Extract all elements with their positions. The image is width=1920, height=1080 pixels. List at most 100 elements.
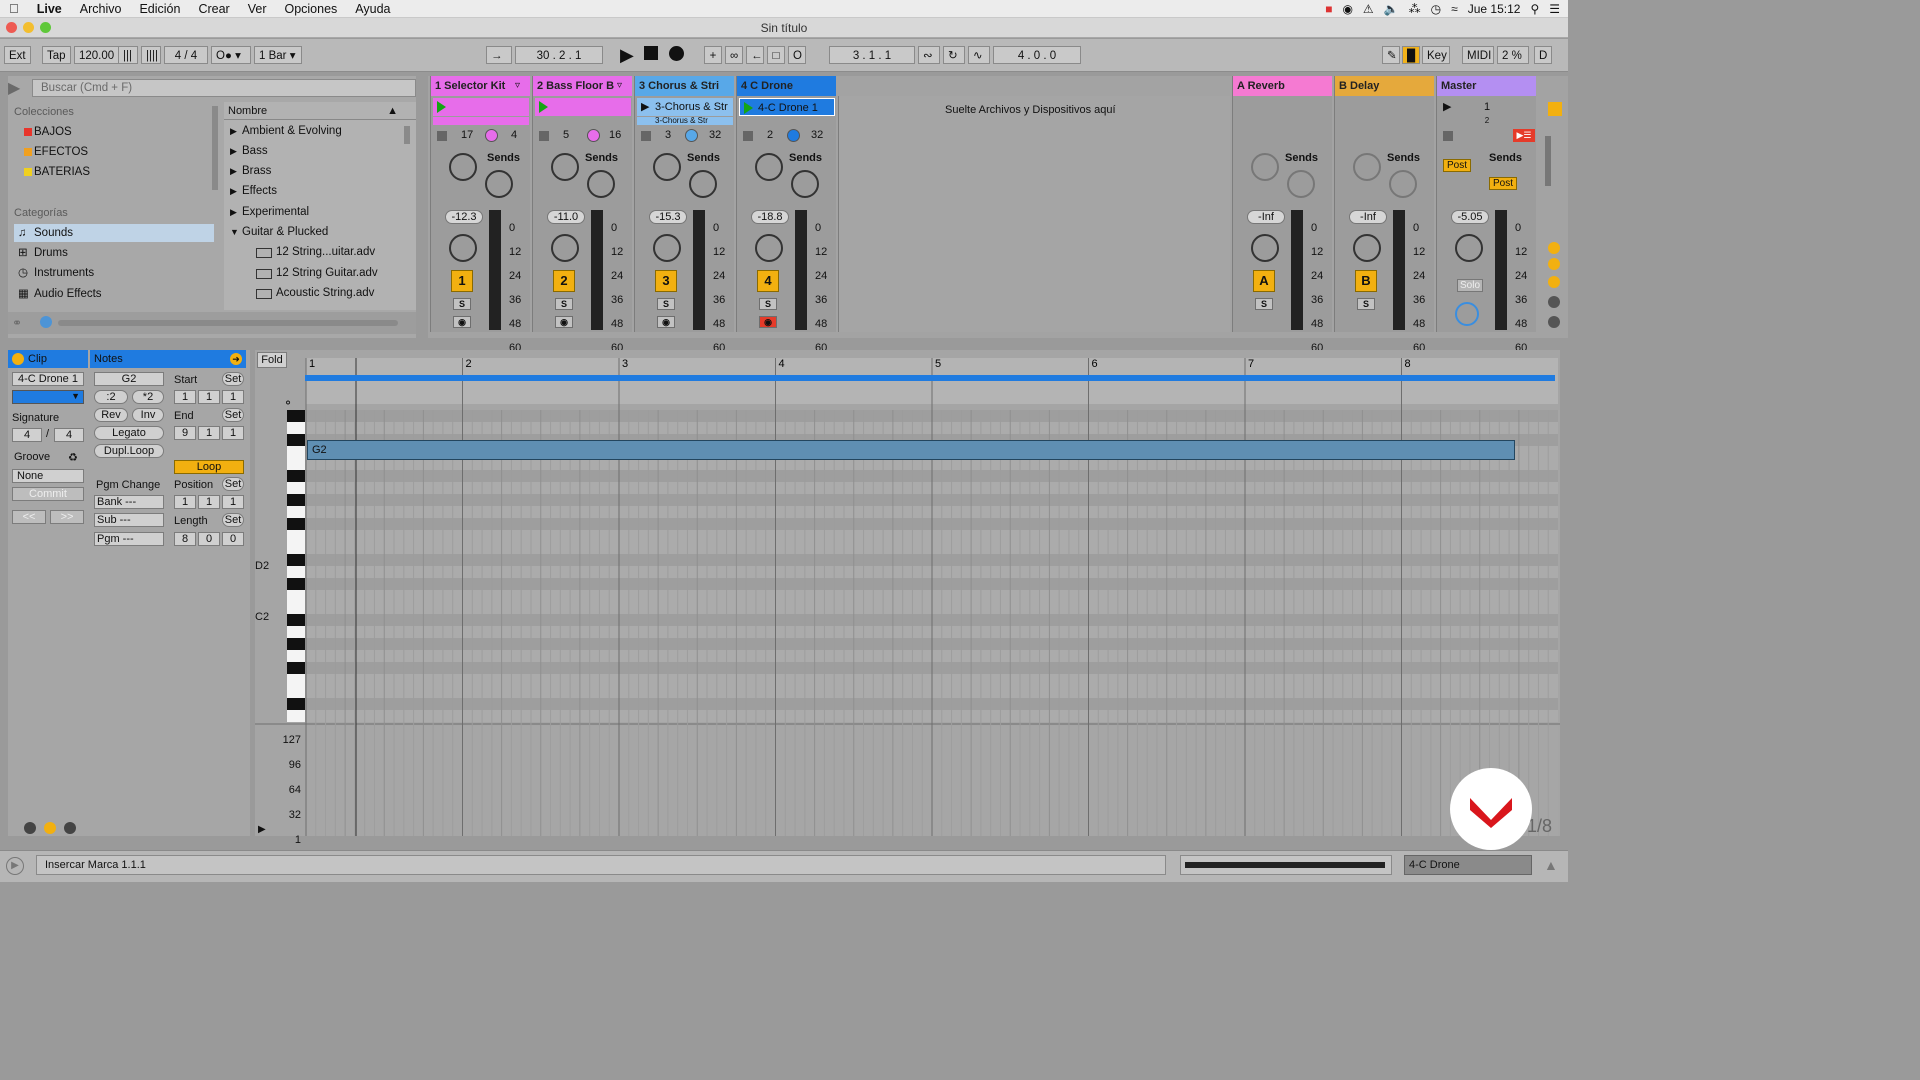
- browser-toggle-icon[interactable]: ▶: [8, 78, 20, 98]
- track-value-1[interactable]: 3: [665, 129, 671, 141]
- clip-play-icon[interactable]: [437, 101, 446, 113]
- clip-slot[interactable]: [433, 117, 529, 125]
- track-activator-button[interactable]: 1: [451, 270, 473, 292]
- metronome-button[interactable]: O● ▾: [211, 46, 251, 64]
- quantization-select[interactable]: 1 Bar ▾: [254, 46, 302, 64]
- send-a-knob[interactable]: [653, 153, 681, 181]
- minimize-button[interactable]: [23, 22, 34, 33]
- pgm-field[interactable]: Pgm ---: [94, 532, 164, 546]
- set-end-button[interactable]: Set: [222, 408, 244, 422]
- length-sixteenth-field[interactable]: 0: [222, 532, 244, 546]
- clock[interactable]: Jue 15:12: [1468, 2, 1521, 16]
- pan-knob[interactable]: [755, 234, 783, 262]
- position-beat-field[interactable]: 1: [198, 495, 220, 509]
- master-header[interactable]: Master: [1437, 76, 1536, 96]
- category-sounds[interactable]: ♫ Sounds: [14, 224, 214, 242]
- clip-play-icon[interactable]: ▶: [641, 98, 649, 116]
- loop-button[interactable]: Loop: [174, 460, 244, 474]
- set-start-button[interactable]: Set: [222, 372, 244, 386]
- notes-box-header[interactable]: Notes ➜: [90, 350, 246, 368]
- pan-knob[interactable]: [449, 234, 477, 262]
- key-map-button[interactable]: Key: [1422, 46, 1450, 64]
- solo-button[interactable]: S: [555, 298, 573, 310]
- list-item[interactable]: ▶ Ambient & Evolving: [224, 122, 404, 141]
- drop-area[interactable]: Suelte Archivos y Dispositivos aquí: [838, 96, 1230, 332]
- clip-slot[interactable]: 4-C Drone 1: [739, 98, 835, 116]
- clip-slot[interactable]: [433, 98, 529, 116]
- menu-opciones[interactable]: Opciones: [275, 2, 346, 16]
- list-header[interactable]: Nombre ▲: [224, 102, 416, 120]
- re-enable-icon[interactable]: ←: [746, 46, 764, 64]
- clip-name-field[interactable]: 4-C Drone 1: [12, 372, 84, 386]
- track-menu-icon[interactable]: ▿: [617, 80, 622, 91]
- track-3-header[interactable]: 3 Chorus & Stri: [635, 76, 734, 96]
- send-a-knob[interactable]: [1251, 153, 1279, 181]
- groove-hot-swap-icon[interactable]: ♻: [68, 451, 78, 464]
- preview-toggle-icon[interactable]: [40, 316, 52, 328]
- preview-icon[interactable]: ⚭: [12, 316, 22, 330]
- clip-play-icon[interactable]: [539, 101, 548, 113]
- search-input[interactable]: Buscar (Cmd + F): [32, 79, 416, 97]
- volume-field[interactable]: -12.3: [445, 210, 483, 224]
- half-button[interactable]: :2: [94, 390, 128, 404]
- time-signature[interactable]: 4 / 4: [164, 46, 208, 64]
- category-audio-effects[interactable]: ▦ Audio Effects: [14, 285, 214, 303]
- start-bar-field[interactable]: 1: [174, 390, 196, 404]
- launch-box-toggle-icon[interactable]: [24, 822, 36, 834]
- volume-field[interactable]: -15.3: [649, 210, 687, 224]
- warning-icon[interactable]: ⚠: [1363, 2, 1374, 16]
- envelopes-box-toggle-icon[interactable]: [64, 822, 76, 834]
- arm-button[interactable]: ◉: [555, 316, 573, 328]
- clip-slot[interactable]: ▶ 3-Chorus & Str: [637, 98, 733, 116]
- track-activator-button[interactable]: 3: [655, 270, 677, 292]
- app-menu[interactable]: Live: [28, 2, 71, 16]
- cue-volume-knob[interactable]: [1455, 302, 1479, 326]
- track-value-2[interactable]: 32: [811, 129, 823, 141]
- track-value-1[interactable]: 17: [461, 129, 473, 141]
- info-view-icon[interactable]: ▶: [6, 857, 24, 875]
- pan-knob[interactable]: [551, 234, 579, 262]
- stop-clip-icon[interactable]: [539, 131, 549, 141]
- note-key-field[interactable]: G2: [94, 372, 164, 386]
- pan-knob[interactable]: [1353, 234, 1381, 262]
- post-button[interactable]: Post: [1443, 159, 1471, 172]
- length-bar-field[interactable]: 8: [174, 532, 196, 546]
- track-value-2[interactable]: 16: [609, 129, 621, 141]
- list-item[interactable]: ▶ Experimental: [224, 203, 404, 222]
- punch-in-icon[interactable]: ∾: [918, 46, 940, 64]
- overdub-icon[interactable]: +: [704, 46, 722, 64]
- track-4-header[interactable]: 4 C Drone: [737, 76, 836, 96]
- automation-arm-icon[interactable]: ∞: [725, 46, 743, 64]
- menu-crear[interactable]: Crear: [189, 2, 238, 16]
- start-beat-field[interactable]: 1: [198, 390, 220, 404]
- send-a-knob[interactable]: [449, 153, 477, 181]
- volume-field[interactable]: -11.0: [547, 210, 585, 224]
- category-instruments[interactable]: ◷ Instruments: [14, 264, 214, 282]
- follow-icon[interactable]: →: [486, 46, 512, 64]
- end-sixteenth-field[interactable]: 1: [222, 426, 244, 440]
- close-button[interactable]: [6, 22, 17, 33]
- collection-baterias[interactable]: BATERIAS: [14, 163, 214, 181]
- wifi-icon[interactable]: ≈: [1451, 2, 1458, 16]
- bank-field[interactable]: Bank ---: [94, 495, 164, 509]
- stop-button[interactable]: [644, 46, 658, 60]
- solo-cue-button[interactable]: Solo: [1457, 279, 1483, 292]
- computer-keyboard-icon[interactable]: █: [1402, 46, 1420, 64]
- capture-icon[interactable]: □: [767, 46, 785, 64]
- collection-bajos[interactable]: BAJOS: [14, 123, 214, 141]
- set-length-button[interactable]: Set: [222, 513, 244, 527]
- solo-button[interactable]: S: [1255, 298, 1273, 310]
- crossfader-toggle-icon[interactable]: [1548, 296, 1560, 308]
- category-drums[interactable]: ⊞ Drums: [14, 244, 214, 262]
- track-activator-button[interactable]: 2: [553, 270, 575, 292]
- start-sixteenth-field[interactable]: 1: [222, 390, 244, 404]
- pan-knob[interactable]: [1455, 234, 1483, 262]
- list-icon[interactable]: ☰: [1549, 2, 1560, 16]
- volume-icon[interactable]: 🔈: [1384, 2, 1399, 16]
- arm-button[interactable]: ◉: [759, 316, 777, 328]
- ext-sync-button[interactable]: Ext: [4, 46, 31, 64]
- send-b-knob[interactable]: [485, 170, 513, 198]
- overview-strip[interactable]: [1180, 855, 1392, 875]
- return-activator-button[interactable]: B: [1355, 270, 1377, 292]
- position-sixteenth-field[interactable]: 1: [222, 495, 244, 509]
